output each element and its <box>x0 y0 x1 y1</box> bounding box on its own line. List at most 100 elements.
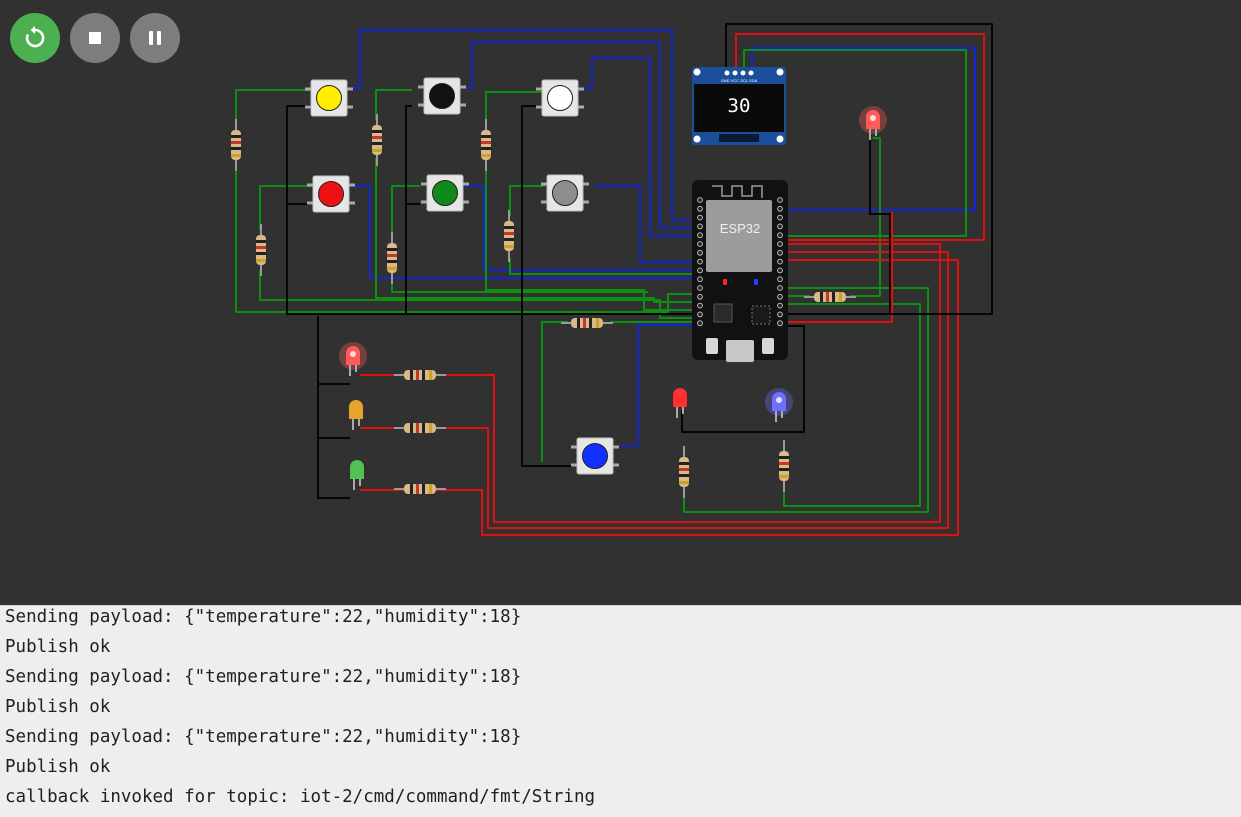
resistor-band <box>372 142 382 145</box>
wire-black <box>521 105 572 467</box>
esp32-pin <box>697 285 703 291</box>
led-body <box>349 400 363 419</box>
usb-port <box>726 340 754 362</box>
esp32-pin <box>697 223 703 230</box>
esp32-pin <box>697 197 703 203</box>
led-highlight <box>870 115 876 121</box>
pushbutton-yellow[interactable] <box>305 79 353 117</box>
resistor-band <box>410 370 413 380</box>
resistor-band <box>577 318 580 328</box>
resistor-band <box>779 475 789 478</box>
en-button[interactable] <box>762 338 774 354</box>
pushbutton-black[interactable] <box>418 77 466 115</box>
esp32-pin <box>697 249 703 256</box>
led-highlight <box>776 397 782 403</box>
resistor-band <box>820 292 823 302</box>
pushbutton-gray[interactable] <box>541 174 589 212</box>
wire-red <box>360 251 949 529</box>
esp32-pin <box>777 302 783 309</box>
esp32-pin <box>777 311 783 318</box>
wire-green <box>509 258 700 275</box>
boot-button[interactable] <box>706 338 718 354</box>
resistor-band <box>422 484 425 494</box>
wire-red <box>780 212 893 323</box>
console-line: callback invoked for topic: iot-2/cmd/co… <box>5 787 596 807</box>
esp32-pin <box>777 214 783 221</box>
resistor-band <box>504 245 514 248</box>
status-led <box>754 279 758 285</box>
resistor-band <box>410 484 413 494</box>
resistor-band <box>679 462 689 465</box>
serial-console[interactable]: Sending payload: {"temperature":22,"humi… <box>0 605 1241 817</box>
esp32-pin <box>777 258 783 265</box>
led-red-left[interactable] <box>339 342 367 376</box>
esp32-pin <box>697 205 703 212</box>
resistor <box>679 446 689 498</box>
pushbutton-blue[interactable] <box>571 437 619 475</box>
esp32-pin <box>777 249 783 256</box>
button-cap <box>432 180 458 206</box>
led-red-top-right[interactable] <box>859 106 887 140</box>
resistor-band <box>410 423 413 433</box>
esp32-pin <box>777 293 783 300</box>
led-orange-left[interactable] <box>349 400 363 430</box>
resistor-band <box>256 259 266 262</box>
resistor-band <box>387 267 397 270</box>
wire-black <box>405 105 412 314</box>
restart-button[interactable] <box>10 13 60 63</box>
wire-blue <box>595 185 700 263</box>
resistor-band <box>481 135 491 138</box>
esp32-pin <box>777 276 783 283</box>
button-cap <box>582 443 608 469</box>
esp32-pin <box>777 320 783 327</box>
wire-green <box>509 185 545 216</box>
resistor-band <box>504 238 514 241</box>
resistor-band <box>583 318 586 328</box>
resistor <box>481 119 491 171</box>
button-cap <box>318 181 344 207</box>
led-body <box>350 460 364 479</box>
stop-button[interactable] <box>70 13 120 63</box>
esp32-pin <box>777 285 783 291</box>
resistor-band <box>839 292 842 302</box>
circuit-diagram[interactable]: GND VCC SCL SDA 30 ESP32 <box>0 0 1241 605</box>
resistor-band <box>231 135 241 138</box>
esp32-pin <box>697 267 703 274</box>
console-line: Publish ok <box>5 697 111 717</box>
resistor-band <box>256 240 266 243</box>
led-blue-bottom[interactable] <box>765 388 793 422</box>
resistor-band <box>779 468 789 471</box>
simulation-canvas[interactable]: GND VCC SCL SDA 30 ESP32 <box>0 0 1241 605</box>
resistor <box>394 484 446 494</box>
mount-hole <box>776 68 784 76</box>
resistor-band <box>416 423 419 433</box>
resistor-band <box>387 248 397 251</box>
pushbutton-red[interactable] <box>307 175 355 213</box>
console-line: Sending payload: {"temperature":22,"humi… <box>5 667 522 687</box>
wire-green <box>850 137 881 297</box>
resistor-band <box>416 370 419 380</box>
wire-green <box>375 158 700 303</box>
oled-pin <box>724 70 730 76</box>
pushbutton-white[interactable] <box>536 79 584 117</box>
console-line: Publish ok <box>5 757 111 777</box>
esp32-pin <box>697 241 703 247</box>
wire-black <box>317 316 350 499</box>
resistor-band <box>832 292 835 302</box>
resistor <box>561 318 613 328</box>
esp32-label: ESP32 <box>720 221 760 236</box>
esp32-pin <box>697 276 703 283</box>
wire-red <box>360 243 941 523</box>
resistor-band <box>504 232 514 235</box>
resistor <box>387 232 397 284</box>
led-red-bottom[interactable] <box>673 388 687 418</box>
resistor-band <box>372 130 382 133</box>
resistor-band <box>596 318 599 328</box>
esp32-pin <box>697 232 703 239</box>
esp32-pin <box>777 197 783 203</box>
pause-button[interactable] <box>130 13 180 63</box>
pushbutton-green[interactable] <box>421 174 469 212</box>
led-green-left[interactable] <box>350 460 364 490</box>
oled-value: 30 <box>728 95 751 117</box>
console-line: Sending payload: {"temperature":22,"humi… <box>5 607 522 627</box>
